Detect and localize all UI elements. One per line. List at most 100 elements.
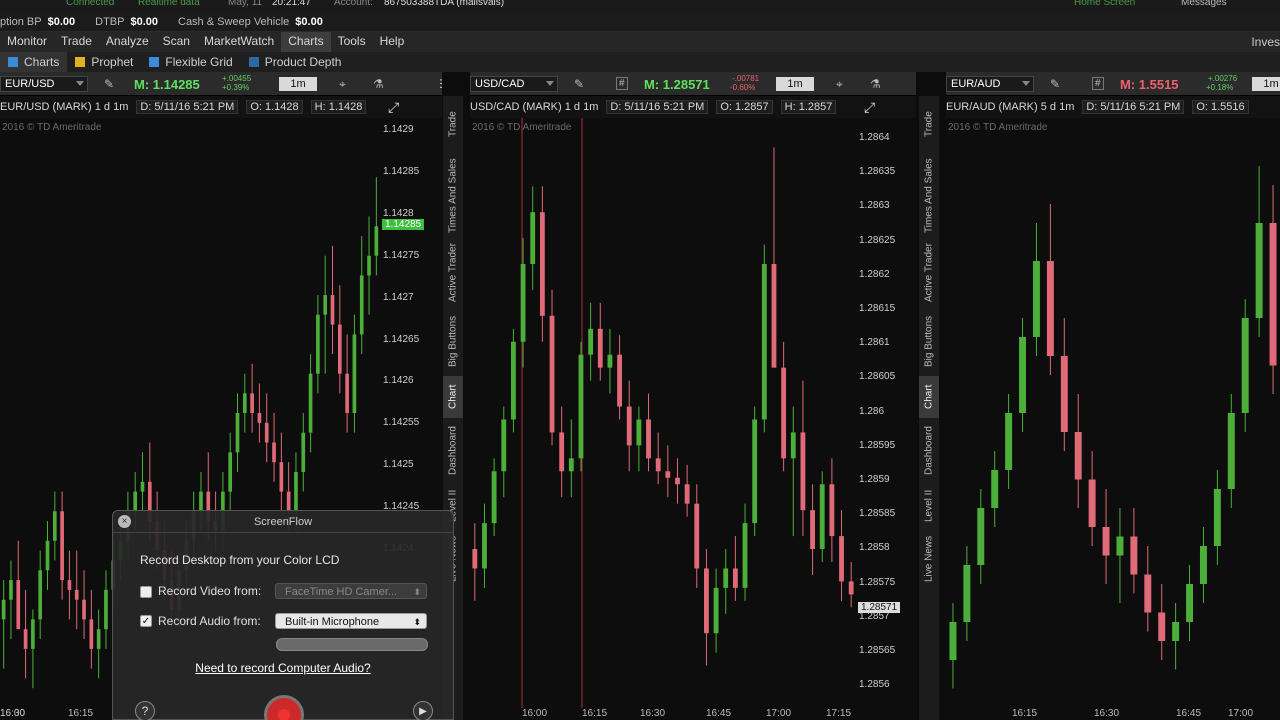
price-tick: 1.14285 [383,165,420,177]
menu-icon[interactable]: ☰ [439,77,442,91]
candle-body [23,629,28,649]
time-tick: 17:00 [766,708,792,719]
menu-marketwatch[interactable]: MarketWatch [197,32,281,52]
chart-panel-euraud[interactable]: EUR/AUD ✎ # M: 1.5515 +.00276 +0.18% 1m EUR/AUD… [946,72,1280,720]
subtab-flexible-grid[interactable]: Flexible Grid [141,52,240,72]
chart-panel-usdcad[interactable]: USD/CAD✎#M: 1.28571-.00781-0.60%1m⌖⚗☰USD… [470,72,916,720]
side-tab-trade[interactable]: Trade [443,96,463,152]
side-tab-big-buttons[interactable]: Big Buttons [919,308,939,374]
record-audio-checkbox[interactable]: ✓ [140,615,152,627]
side-tab-chart[interactable]: Chart [443,376,463,418]
home-screen-link[interactable]: Home Screen [1074,0,1135,8]
menu-analyze[interactable]: Analyze [99,32,156,52]
candle-body [228,452,233,492]
hash-icon[interactable]: # [1092,77,1104,90]
side-tab-dashboard[interactable]: Dashboard [443,420,463,482]
pencil-icon[interactable]: ✎ [104,77,114,91]
side-tab-active-trader[interactable]: Active Trader [919,240,939,306]
symbol-selector[interactable]: EUR/AUD [946,76,1034,92]
side-tabs-middle: Trade Times And Sales Active Trader Big But… [919,96,939,720]
crosshair-icon[interactable]: ⌖ [339,77,346,92]
candle-body [74,589,79,600]
crosshair-icon[interactable]: ⌖ [836,77,843,92]
menu-help[interactable]: Help [373,32,412,52]
flask-icon[interactable]: ⚗ [870,77,881,91]
timeframe-button[interactable]: 1m [279,77,317,91]
price-tick: 1.286 [859,405,885,417]
record-button[interactable] [264,695,304,720]
price-tick: 1.2864 [859,132,890,143]
video-source-select[interactable]: FaceTime HD Camer... ⬍ [275,583,427,599]
candle-body [1241,318,1249,413]
menu-scan[interactable]: Scan [156,32,197,52]
candle-body [829,484,835,537]
candle-body [1130,536,1138,575]
account-number[interactable]: 867503388TDA (mallsvals) [384,0,504,8]
price-tick: 1.1426 [383,375,414,387]
side-tab-trade[interactable]: Trade [919,96,939,152]
candle-body [308,373,313,433]
side-tab-level-ii[interactable]: Level II [919,484,939,528]
side-tab-live-news[interactable]: Live News [919,530,939,588]
candle-body [761,264,767,420]
candle-body [294,471,298,512]
candle-body [636,419,642,446]
symbol-selector[interactable]: EUR/USD [0,76,88,92]
subtab-charts[interactable]: Charts [0,52,68,72]
hash-icon[interactable]: # [616,77,628,90]
chart-toolbar: USD/CAD✎#M: 1.28571-.00781-0.60%1m⌖⚗☰ [470,72,916,96]
info-date: D: 5/11/16 5:21 PM [136,100,239,114]
candle-body [82,599,86,620]
side-tab-dashboard[interactable]: Dashboard [919,420,939,482]
side-tab-big-buttons[interactable]: Big Buttons [443,308,463,374]
menu-monitor[interactable]: Monitor [0,32,54,52]
messages-link[interactable]: Messages [1181,0,1227,8]
chevron-down-icon [1022,81,1030,86]
side-tab-times-and-sales[interactable]: Times And Sales [919,154,939,238]
subtab-prophet[interactable]: Prophet [67,52,141,72]
candle-body [38,570,43,620]
candle-body [617,354,622,407]
candle-body [675,477,680,485]
flask-icon[interactable]: ⚗ [373,77,384,91]
record-video-checkbox[interactable] [140,586,152,598]
side-tab-times-and-sales[interactable]: Times And Sales [443,154,463,238]
computer-audio-link[interactable]: Need to record Computer Audio? [113,661,453,675]
side-tab-active-trader[interactable]: Active Trader [443,240,463,306]
menu-tools[interactable]: Tools [331,32,373,52]
percent-change: +0.39% [222,83,250,92]
symbol-text: EUR/AUD [951,78,1001,90]
drawing-tool-icon[interactable]: ⤢ [388,99,399,116]
last-price-label: 1.28571 [858,602,901,613]
menu-charts[interactable]: Charts [281,32,331,52]
price-tick: 1.1425 [383,459,414,471]
candle-body [549,315,555,433]
audio-source-select[interactable]: Built-in Microphone ⬍ [275,613,427,629]
candle-body [1255,223,1263,318]
symbol-selector[interactable]: USD/CAD [470,76,558,92]
price-tick: 1.2858 [859,542,890,554]
charts-icon [8,57,18,67]
price-tick: 1.2856 [859,679,890,691]
candle-body [1116,536,1124,556]
candle-body [694,503,700,569]
next-arrow-icon[interactable]: ▶ [413,701,433,720]
candle-body [316,314,320,374]
pencil-icon[interactable]: ✎ [1050,77,1060,91]
price-chart[interactable] [470,118,856,708]
candle-body [588,328,594,355]
candle-body [257,413,262,423]
menu-trade[interactable]: Trade [54,32,99,52]
price-chart[interactable] [946,118,1280,708]
time-tick: 16:15 [582,708,608,719]
time-tick: 16:15 [1012,708,1038,719]
subtab-product-depth[interactable]: Product Depth [241,52,350,72]
drawing-tool-icon[interactable]: ⤢ [864,99,875,116]
menu-overflow[interactable]: Inves [1251,35,1280,49]
close-icon[interactable]: × [118,515,131,528]
help-button[interactable]: ? [135,701,155,720]
side-tab-chart[interactable]: Chart [919,376,939,418]
timeframe-button[interactable]: 1m [1252,77,1280,91]
pencil-icon[interactable]: ✎ [574,77,584,91]
timeframe-button[interactable]: 1m [776,77,814,91]
